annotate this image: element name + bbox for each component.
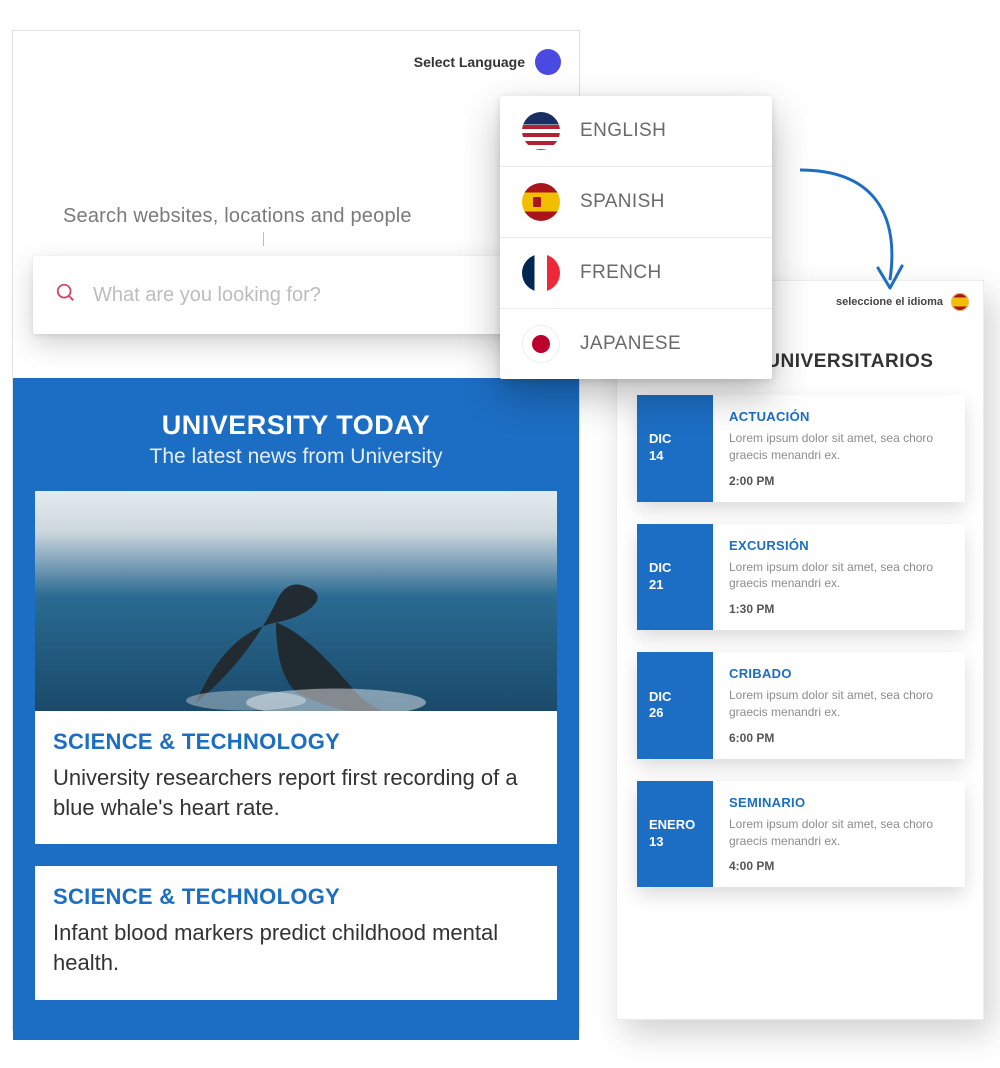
event-month: DIC (649, 689, 671, 706)
event-time: 1:30 PM (729, 602, 951, 616)
news-card-headline: University researchers report first reco… (53, 763, 539, 822)
news-card-body: SCIENCE & TECHNOLOGY Infant blood marker… (35, 866, 557, 999)
flag-us-icon (522, 112, 560, 150)
event-card[interactable]: DIC 21 EXCURSIÓN Lorem ipsum dolor sit a… (637, 524, 965, 631)
event-category: SEMINARIO (729, 795, 951, 810)
news-card[interactable]: SCIENCE & TECHNOLOGY Infant blood marker… (35, 866, 557, 999)
main-preview-panel: Select Language Search websites, locatio… (12, 30, 580, 1030)
event-body: ACTUACIÓN Lorem ipsum dolor sit amet, se… (713, 395, 965, 502)
language-option-label: ENGLISH (580, 120, 666, 142)
news-block: UNIVERSITY TODAY The latest news from Un… (13, 378, 579, 1040)
event-month: ENERO (649, 817, 695, 834)
event-day: 26 (649, 705, 663, 722)
news-section-subtitle: The latest news from University (35, 445, 557, 469)
events-list: DIC 14 ACTUACIÓN Lorem ipsum dolor sit a… (617, 373, 983, 897)
event-day: 13 (649, 834, 663, 851)
search-input[interactable]: What are you looking for? (93, 284, 321, 307)
event-card[interactable]: DIC 26 CRIBADO Lorem ipsum dolor sit ame… (637, 652, 965, 759)
flag-jp-icon (522, 325, 560, 363)
news-card-category: SCIENCE & TECHNOLOGY (53, 729, 539, 755)
news-card-category: SCIENCE & TECHNOLOGY (53, 884, 539, 910)
search-box[interactable]: What are you looking for? (33, 256, 565, 334)
event-time: 2:00 PM (729, 474, 951, 488)
news-card-headline: Infant blood markers predict childhood m… (53, 918, 539, 977)
event-description: Lorem ipsum dolor sit amet, sea choro gr… (729, 687, 951, 721)
event-category: EXCURSIÓN (729, 538, 951, 553)
event-month: DIC (649, 431, 671, 448)
caption-indicator-line (263, 232, 264, 246)
event-body: CRIBADO Lorem ipsum dolor sit amet, sea … (713, 652, 965, 759)
news-card-body: SCIENCE & TECHNOLOGY University research… (35, 711, 557, 844)
news-card[interactable]: SCIENCE & TECHNOLOGY University research… (35, 491, 557, 844)
event-description: Lorem ipsum dolor sit amet, sea choro gr… (729, 559, 951, 593)
language-dropdown: ENGLISH SPANISH FRENCH JAPANESE (500, 96, 772, 379)
search-icon (55, 282, 77, 309)
event-category: CRIBADO (729, 666, 951, 681)
event-date-badge: DIC 14 (637, 395, 713, 502)
event-date-badge: DIC 21 (637, 524, 713, 631)
flag-fr-icon (522, 254, 560, 292)
event-day: 14 (649, 448, 663, 465)
language-selector-bar: Select Language (13, 31, 579, 75)
event-date-badge: DIC 26 (637, 652, 713, 759)
event-time: 6:00 PM (729, 731, 951, 745)
language-option-label: JAPANESE (580, 333, 681, 355)
search-caption: Search websites, locations and people (13, 75, 579, 232)
annotation-arrow-icon (790, 160, 920, 310)
event-description: Lorem ipsum dolor sit amet, sea choro gr… (729, 430, 951, 464)
language-option-spanish[interactable]: SPANISH (500, 167, 772, 238)
event-time: 4:00 PM (729, 859, 951, 873)
event-date-badge: ENERO 13 (637, 781, 713, 888)
news-section-title: UNIVERSITY TODAY (35, 410, 557, 441)
news-card-image (35, 491, 557, 711)
language-option-label: FRENCH (580, 262, 662, 284)
language-option-english[interactable]: ENGLISH (500, 96, 772, 167)
event-day: 21 (649, 577, 663, 594)
language-option-japanese[interactable]: JAPANESE (500, 309, 772, 379)
event-body: EXCURSIÓN Lorem ipsum dolor sit amet, se… (713, 524, 965, 631)
event-category: ACTUACIÓN (729, 409, 951, 424)
whale-illustration (156, 572, 436, 711)
language-option-label: SPANISH (580, 191, 665, 213)
event-description: Lorem ipsum dolor sit amet, sea choro gr… (729, 816, 951, 850)
select-language-label: Select Language (414, 54, 525, 70)
language-option-french[interactable]: FRENCH (500, 238, 772, 309)
translated-preview-panel: seleccione el idioma EVENTOS UNIVERSITAR… (616, 280, 984, 1020)
flag-es-icon[interactable] (951, 293, 969, 311)
event-card[interactable]: ENERO 13 SEMINARIO Lorem ipsum dolor sit… (637, 781, 965, 888)
language-selector-button[interactable] (535, 49, 561, 75)
flag-es-icon (522, 183, 560, 221)
event-card[interactable]: DIC 14 ACTUACIÓN Lorem ipsum dolor sit a… (637, 395, 965, 502)
event-body: SEMINARIO Lorem ipsum dolor sit amet, se… (713, 781, 965, 888)
event-month: DIC (649, 560, 671, 577)
